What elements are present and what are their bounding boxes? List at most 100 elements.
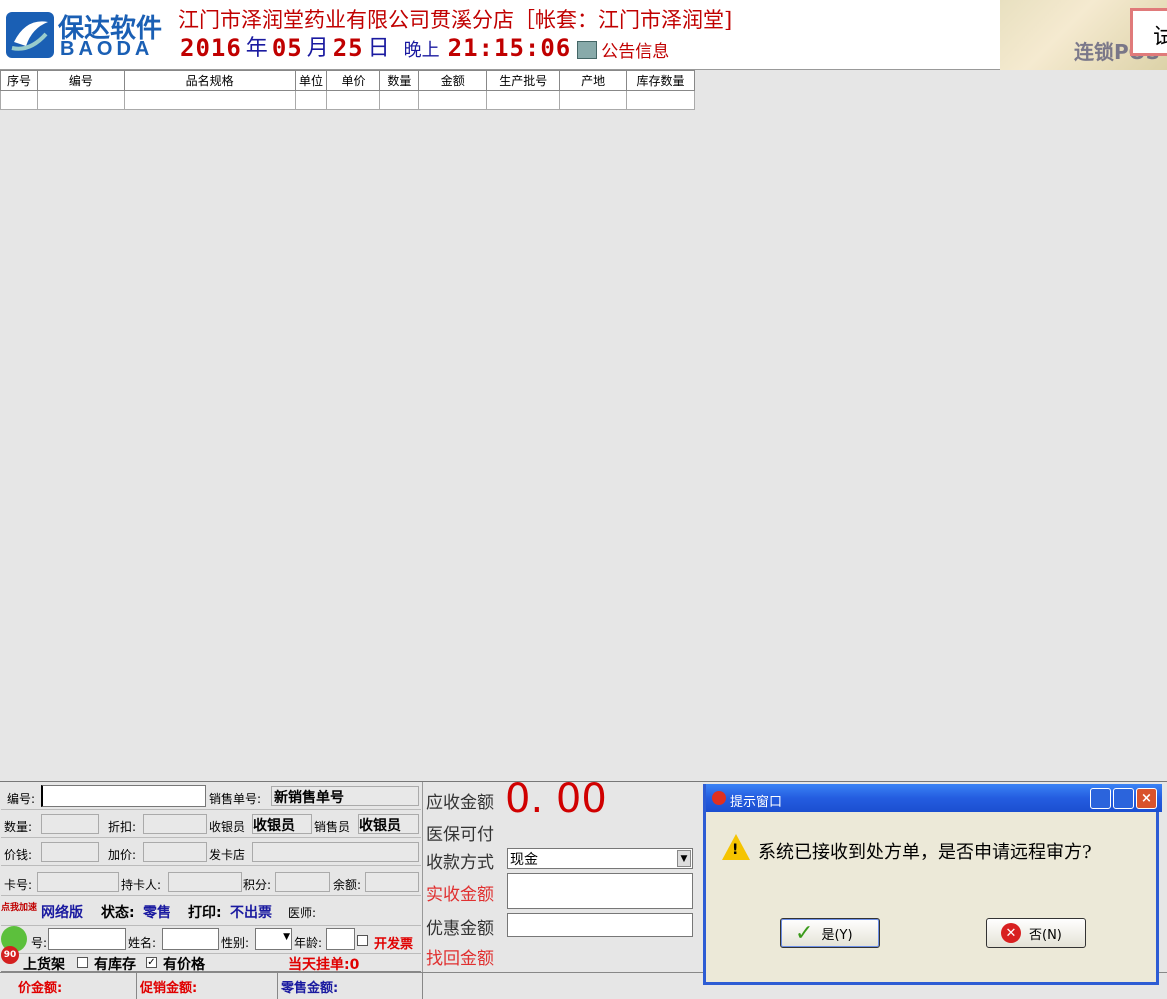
discount-amount-label: 优惠金额 — [426, 919, 494, 939]
balance-field[interactable] — [365, 872, 419, 892]
yes-label: 是(Y) — [821, 927, 853, 943]
col-header[interactable]: 编号 — [36, 70, 125, 91]
yes-button[interactable]: ✓ 是(Y) — [780, 918, 880, 948]
points-label: 积分: — [243, 878, 272, 892]
row-flags: 90 上货架 有库存 ✓ 有价格 当天挂单:0 — [1, 946, 421, 974]
col-header[interactable]: 数量 — [379, 70, 420, 91]
discount-field[interactable] — [143, 814, 207, 834]
holder-field[interactable] — [168, 872, 242, 892]
name-input[interactable] — [162, 928, 219, 950]
day-digits: 25 — [332, 34, 364, 62]
col-header[interactable]: 库存数量 — [626, 70, 695, 91]
status-value[interactable]: 零售 — [143, 902, 171, 922]
row-status: 点我加速 网络版 状态: 零售 打印: 不出票 医师: — [1, 896, 421, 926]
speedup-badge[interactable]: 点我加速 — [1, 900, 37, 913]
discount-label: 折扣: — [108, 820, 137, 834]
stock-checkbox[interactable] — [77, 957, 88, 968]
col-header[interactable]: 品名规格 — [123, 70, 296, 91]
code-input[interactable] — [41, 785, 206, 807]
sales-items-grid[interactable]: 序号 编号 品名规格 单位 单价 数量 金额 生产批号 产地 库存数量 — [0, 70, 695, 110]
shelf-label: 上货架 — [23, 957, 65, 973]
counter-badge: 90 — [1, 946, 19, 964]
table-row[interactable] — [0, 90, 695, 110]
card-no-field[interactable] — [37, 872, 119, 892]
age-label: 年龄: — [294, 936, 323, 950]
prompt-dialog: 提示窗口 × ! 系统已接收到处方单，是否申请远程审方? ✓ 是(Y) ✕ 否(… — [703, 784, 1162, 985]
price-flag-checkbox[interactable]: ✓ — [146, 957, 157, 968]
change-label: 找回金额 — [426, 949, 494, 969]
col-header[interactable]: 单价 — [326, 70, 381, 91]
check-icon: ✓ — [795, 920, 814, 946]
logo-text-en: BAODA — [60, 38, 154, 60]
gender-select[interactable]: ▼ — [255, 928, 292, 950]
retail-total-label: 零售金额: — [281, 981, 339, 996]
dialog-title: 提示窗口 — [730, 795, 783, 810]
version-label: 网络版 — [41, 905, 83, 921]
ampm-label: 晚上 — [403, 40, 440, 61]
day-unit: 日 — [367, 36, 390, 61]
grid-header-row: 序号 编号 品名规格 单位 单价 数量 金额 生产批号 产地 库存数量 — [0, 70, 695, 91]
markup-field[interactable] — [143, 842, 207, 862]
qty-field[interactable] — [41, 814, 99, 834]
speaker-icon — [577, 40, 598, 59]
dialog-message: 系统已接收到处方单，是否申请远程审方? — [758, 842, 1092, 863]
chevron-down-icon: ▼ — [283, 932, 290, 942]
stock-label: 有库存 — [94, 957, 136, 973]
payment-method-select[interactable]: 现金 — [507, 848, 693, 869]
notice-label: 公告信息 — [601, 42, 670, 62]
col-header[interactable]: 序号 — [0, 70, 38, 91]
holder-label: 持卡人: — [121, 878, 162, 892]
col-header[interactable]: 金额 — [418, 70, 488, 91]
paid-label: 实收金额 — [426, 885, 494, 905]
header-bar: 保达软件 BAODA 江门市泽润堂药业有限公司贯溪分店［帐套：江门市泽润堂] 2… — [0, 0, 1167, 70]
price-field[interactable] — [41, 842, 99, 862]
doctor-label: 医师: — [288, 906, 317, 920]
insurance-label: 医保可付 — [426, 825, 494, 845]
col-header[interactable]: 生产批号 — [486, 70, 561, 91]
trial-badge[interactable]: 试用 — [1130, 8, 1167, 56]
invoice-label: 开发票 — [374, 937, 414, 952]
row-patient: 号: 姓名: 性别: ▼ 年龄: 开发票 — [1, 926, 421, 954]
invoice-checkbox[interactable] — [357, 935, 368, 946]
age-input[interactable] — [326, 928, 355, 950]
points-field[interactable] — [275, 872, 330, 892]
minimize-icon[interactable] — [1090, 788, 1111, 809]
id-input[interactable] — [48, 928, 126, 950]
notice-link[interactable]: 公告信息 — [577, 37, 669, 62]
card-store-label: 发卡店 — [209, 848, 246, 862]
month-unit: 月 — [306, 36, 329, 61]
chevron-down-icon[interactable]: ▼ — [677, 850, 691, 867]
dialog-titlebar[interactable]: 提示窗口 × — [706, 784, 1162, 812]
seller-label: 销售员 — [314, 820, 351, 834]
method-label: 收款方式 — [426, 853, 494, 873]
print-value[interactable]: 不出票 — [230, 902, 272, 922]
app-icon — [712, 791, 726, 805]
markup-label: 加价: — [108, 848, 137, 862]
no-label: 否(N) — [1029, 927, 1062, 943]
col-header[interactable]: 产地 — [559, 70, 628, 91]
price-label: 价钱: — [4, 848, 33, 862]
logo-mark-icon — [6, 12, 54, 58]
status-label: 状态: — [101, 905, 135, 921]
qty-label: 数量: — [4, 820, 33, 834]
price-total-label: 价金额: — [18, 981, 63, 996]
no-button[interactable]: ✕ 否(N) — [986, 918, 1086, 948]
seller-field[interactable]: 收银员 — [358, 814, 419, 834]
due-label: 应收金额 — [426, 793, 494, 813]
maximize-icon[interactable] — [1113, 788, 1134, 809]
close-icon[interactable]: × — [1136, 788, 1157, 809]
discount-amount-input[interactable] — [507, 913, 693, 937]
row-code: 编号: 销售单号: 新销售单号 — [1, 782, 421, 810]
cancel-icon: ✕ — [1001, 923, 1021, 943]
promo-total-label: 促销金额: — [140, 981, 198, 996]
card-store-field[interactable] — [252, 842, 419, 862]
paid-amount-input[interactable] — [507, 873, 693, 909]
year-unit: 年 — [245, 36, 268, 61]
year-digits: 2016 — [180, 34, 242, 62]
hold-count[interactable]: 当天挂单:0 — [288, 954, 359, 974]
card-no-label: 卡号: — [4, 878, 33, 892]
date-time-display: 2016 年 05 月 25 日 晚上 21:15:06 公告信息 — [180, 34, 669, 62]
col-header[interactable]: 单位 — [294, 70, 328, 91]
baoda-logo: 保达软件 BAODA — [6, 10, 170, 62]
sales-no-label: 销售单号: — [209, 792, 262, 806]
